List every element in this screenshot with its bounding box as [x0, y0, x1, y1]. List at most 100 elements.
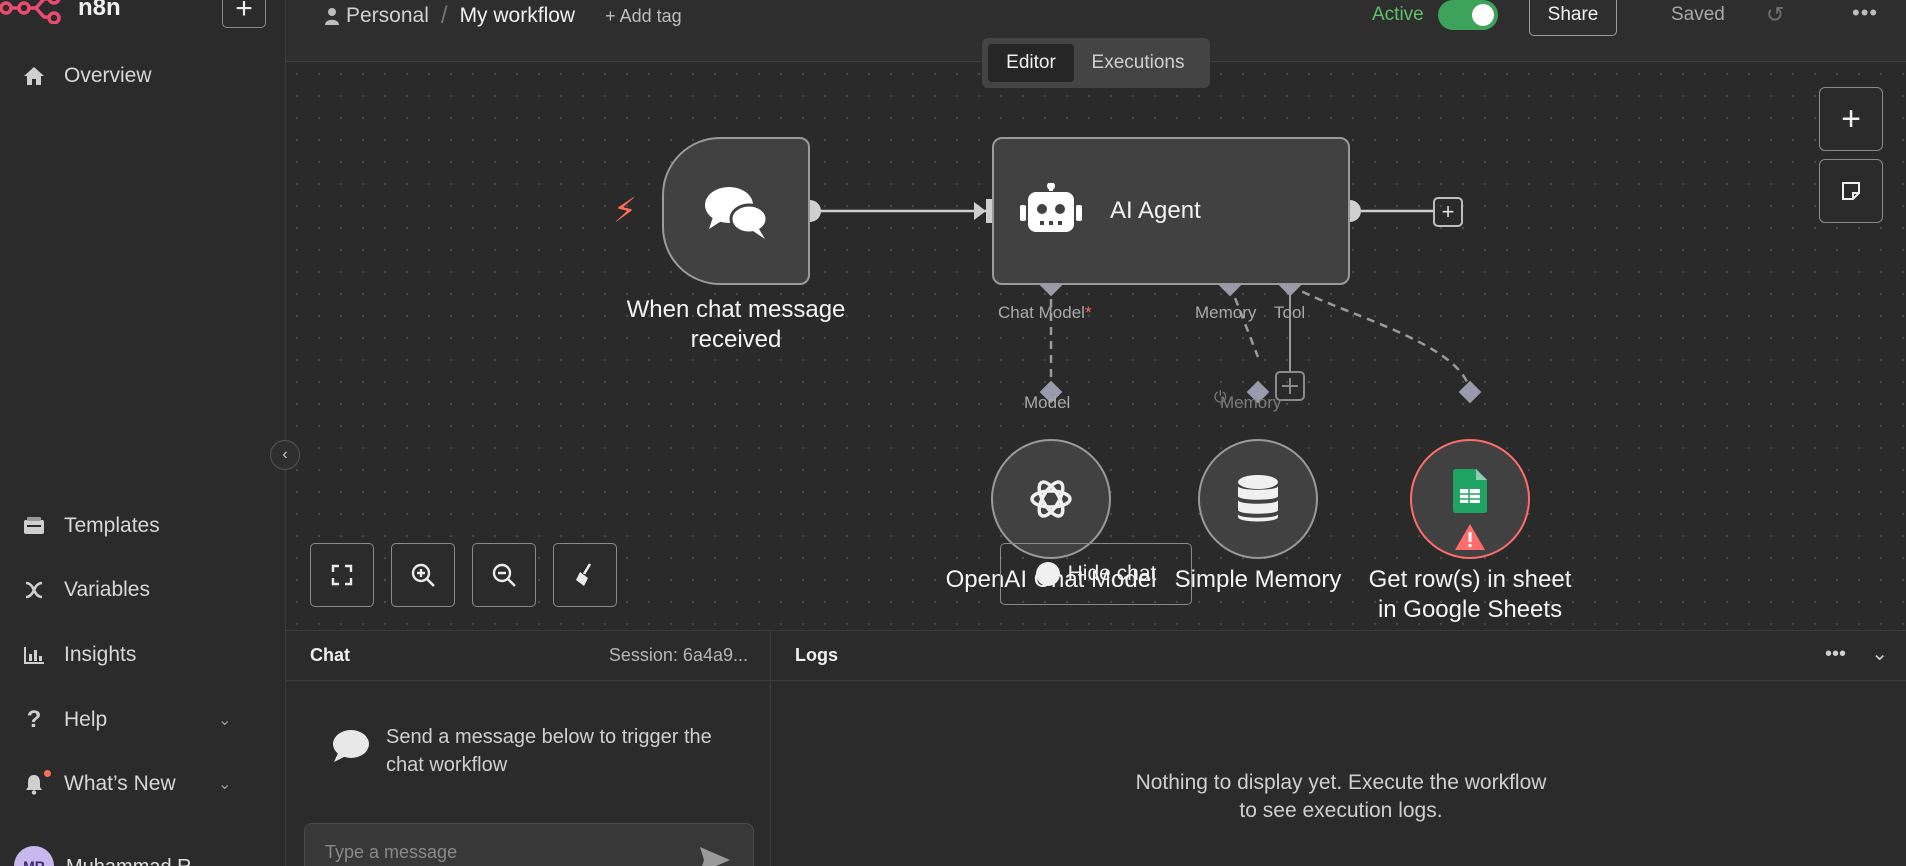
templates-icon	[22, 514, 46, 538]
avatar[interactable]: MR	[14, 846, 54, 866]
node-google-sheets[interactable]	[1410, 439, 1530, 559]
create-new-button[interactable]: +	[222, 0, 266, 28]
hide-chat-button[interactable]: Hide chat	[1000, 543, 1192, 605]
chat-panel: Chat Session: 6a4a9... Send a message be…	[286, 631, 771, 866]
broom-icon	[576, 563, 592, 586]
chevron-down-icon: ⌄	[218, 712, 232, 729]
sidebar-item-whats-new[interactable]: What’s New ⌄	[0, 762, 285, 806]
sidebar-item-variables[interactable]: Variables	[0, 568, 285, 612]
chat-bubbles-icon	[705, 187, 769, 239]
database-icon	[1238, 475, 1278, 522]
sidebar-item-label: What’s New	[64, 772, 176, 795]
node-ai-agent[interactable]: AI Agent	[992, 137, 1350, 285]
active-toggle[interactable]	[1438, 0, 1498, 30]
collapse-panel-icon[interactable]: ⌄	[1871, 641, 1888, 666]
sidebar-item-label: Overview	[64, 64, 152, 87]
view-tabs: Editor Executions	[982, 38, 1210, 88]
node-label-google-sheets: Get row(s) in sheet in Google Sheets	[1368, 566, 1572, 623]
logs-panel-header: Logs ••• ⌄	[771, 631, 1906, 681]
logs-more-icon[interactable]: •••	[1825, 643, 1846, 666]
warning-icon	[1455, 524, 1485, 550]
fit-view-icon	[331, 564, 353, 586]
port-label-tool: Tool	[1274, 303, 1306, 322]
port-sheets	[1458, 380, 1482, 404]
open-nodes-panel-button[interactable]: +	[1819, 87, 1883, 151]
logs-title: Logs	[795, 645, 838, 665]
add-sticky-note-button[interactable]	[1819, 159, 1883, 223]
logs-panel: Logs ••• ⌄ Nothing to display yet. Execu…	[771, 631, 1906, 866]
sidebar-item-label: Variables	[64, 578, 150, 601]
chat-title: Chat	[310, 645, 350, 665]
share-button[interactable]: Share	[1529, 0, 1617, 36]
insights-icon	[22, 643, 46, 667]
bottom-panel: Chat Session: 6a4a9... Send a message be…	[286, 630, 1906, 866]
chevron-down-icon: ⌄	[218, 776, 232, 793]
saved-status: Saved	[1671, 4, 1725, 25]
port-label-chat-model: Chat Model*	[998, 303, 1092, 322]
zoom-out-icon	[492, 563, 516, 587]
chat-hint: Send a message below to trigger the chat…	[386, 726, 712, 776]
workflow-canvas[interactable]: ⚡︎ When chat message received AI Agent +…	[286, 63, 1906, 630]
zoom-out-button[interactable]	[472, 543, 536, 607]
tidy-up-button[interactable]	[553, 543, 617, 607]
robot-icon	[1020, 183, 1082, 232]
add-tag-link[interactable]: + Add tag	[605, 6, 682, 27]
node-chat-trigger[interactable]	[662, 137, 810, 285]
n8n-app: n8n + Overview Templates Variables Insig…	[0, 0, 1906, 866]
app-name: n8n	[78, 0, 121, 21]
node-label-chat-trigger: When chat message received	[626, 296, 846, 353]
hide-chat-label: Hide chat	[1067, 562, 1157, 585]
notification-dot	[44, 770, 51, 777]
port-label-memory-ghost: Memory	[1220, 393, 1282, 412]
power-icon[interactable]: ⏻	[1214, 389, 1227, 407]
sidebar-item-label: Templates	[64, 514, 160, 537]
zoom-to-fit-button[interactable]	[310, 543, 374, 607]
breadcrumb-separator: /	[440, 2, 448, 29]
breadcrumb: Personal / My workflow + Add tag	[324, 2, 682, 30]
zoom-in-icon	[411, 563, 435, 587]
openai-icon	[1030, 480, 1072, 518]
user-icon	[325, 8, 339, 25]
chat-bubble-icon	[333, 730, 369, 762]
chat-panel-header: Chat Session: 6a4a9...	[286, 631, 770, 681]
port-label-memory: Memory	[1195, 303, 1257, 322]
bell-icon	[22, 772, 46, 796]
sidebar-item-label: Insights	[64, 643, 137, 666]
message-input-box[interactable]	[304, 823, 754, 866]
help-icon: ?	[26, 706, 42, 733]
sidebar-item-templates[interactable]: Templates	[0, 504, 285, 548]
trigger-bolt-icon: ⚡︎	[613, 192, 637, 230]
more-options-icon[interactable]: •••	[1852, 0, 1878, 26]
add-tool-ghost-plus	[1282, 378, 1298, 394]
logs-empty-message: Nothing to display yet. Execute the work…	[1135, 771, 1547, 822]
chat-toggle-icon	[1035, 562, 1060, 586]
sidebar-item-insights[interactable]: Insights	[0, 633, 285, 677]
sticky-note-icon	[1842, 182, 1860, 200]
home-icon	[22, 64, 46, 88]
n8n-logo[interactable]	[0, 0, 70, 24]
variables-icon	[22, 578, 46, 602]
sidebar-item-overview[interactable]: Overview	[0, 54, 285, 98]
workflow-name[interactable]: My workflow	[460, 4, 576, 28]
collapse-sidebar-button[interactable]: ‹	[270, 440, 300, 470]
node-simple-memory[interactable]	[1198, 439, 1318, 559]
port-label-model: Model	[1024, 393, 1071, 412]
history-icon[interactable]: ↺	[1766, 2, 1784, 28]
add-node-button[interactable]: +	[1433, 197, 1463, 227]
node-title-ai-agent: AI Agent	[1110, 197, 1201, 224]
send-icon[interactable]	[699, 846, 731, 866]
tab-executions[interactable]: Executions	[1074, 44, 1202, 82]
session-id[interactable]: Session: 6a4a9...	[609, 645, 748, 666]
sidebar-item-label: Help	[64, 708, 108, 731]
sidebar-item-help[interactable]: ? Help ⌄	[0, 698, 285, 742]
sidebar: n8n + Overview Templates Variables Insig…	[0, 0, 286, 866]
user-name[interactable]: Muhammad R...	[66, 856, 208, 866]
zoom-in-button[interactable]	[391, 543, 455, 607]
tab-editor[interactable]: Editor	[988, 44, 1074, 82]
active-label: Active	[1372, 4, 1424, 25]
node-openai-chat-model[interactable]	[991, 439, 1111, 559]
connection-tool	[1289, 283, 1472, 394]
node-label-simple-memory: Simple Memory	[1174, 566, 1342, 593]
breadcrumb-project[interactable]: Personal	[346, 4, 429, 28]
message-input[interactable]	[325, 842, 685, 863]
